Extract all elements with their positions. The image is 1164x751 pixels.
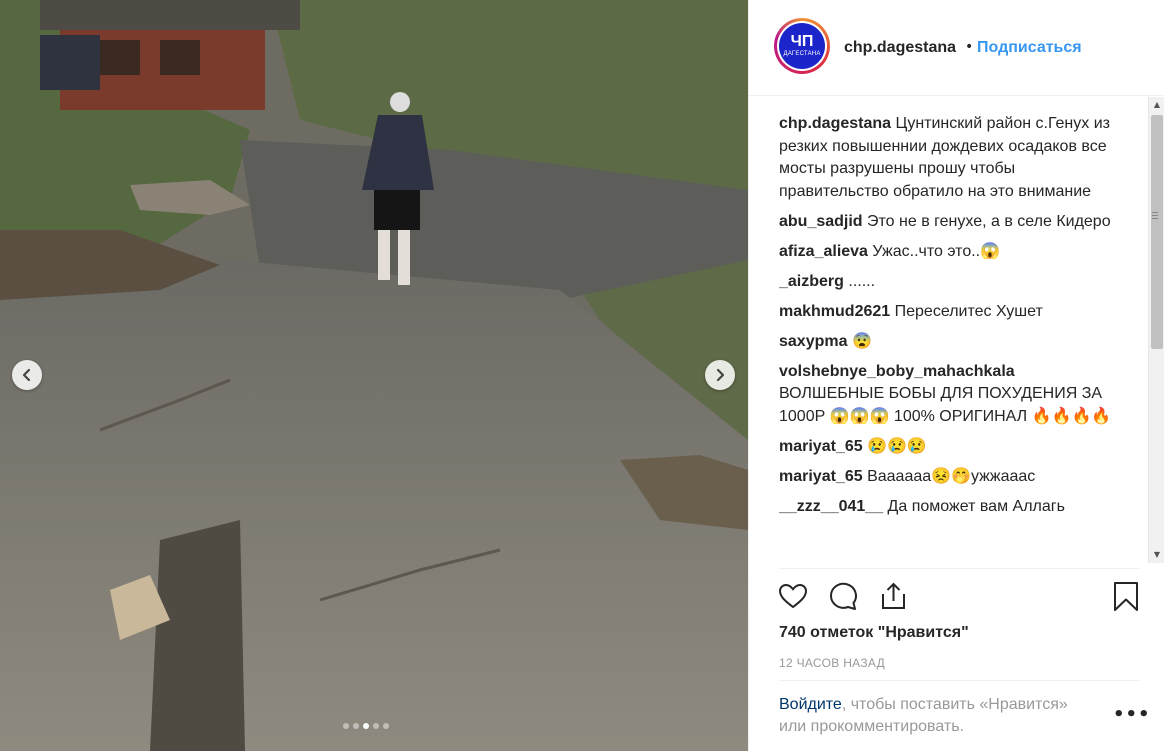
carousel-dot (343, 723, 349, 729)
comments-list[interactable]: chp.dagestana Цунтинский район с.Генух и… (779, 113, 1119, 563)
comment-username[interactable]: mariyat_65 (779, 468, 863, 485)
comment-item: mariyat_65 😢😢😢 (779, 436, 1119, 459)
post-sidebar: ЧП ДАГЕСТАНА chp.dagestana • Подписаться… (748, 0, 1164, 751)
post-header: ЧП ДАГЕСТАНА chp.dagestana • Подписаться (749, 0, 1164, 96)
scrollbar-thumb[interactable] (1151, 115, 1163, 349)
avatar[interactable]: ЧП ДАГЕСТАНА (774, 18, 830, 74)
chevron-right-icon (716, 368, 725, 382)
bookmark-icon (1114, 582, 1138, 611)
likes-count[interactable]: 740 отметок "Нравится" (779, 624, 969, 642)
comment-username[interactable]: abu_sadjid (779, 213, 863, 230)
avatar-logo-subtitle: ДАГЕСТАНА (783, 51, 821, 57)
login-link[interactable]: Войдите (779, 696, 842, 713)
login-prompt: Войдите, чтобы поставить «Нравится» или … (779, 694, 1099, 738)
comment-text: Переселитес Хушет (894, 302, 1043, 320)
comment-text: ВОЛШЕБНЫЕ БОБЫ ДЛЯ ПОХУДЕНИЯ ЗА 1000Р 😱😱… (779, 385, 1112, 425)
comment-username[interactable]: volshebnye_boby_mahachkala (779, 363, 1015, 380)
divider (779, 568, 1139, 569)
comment-item: afiza_alieva Ужас..что это..😱 (779, 241, 1119, 264)
carousel-dot (363, 723, 369, 729)
comment-item: mariyat_65 Ваааааа😣🤭ужжааас (779, 466, 1119, 489)
comment-username[interactable]: chp.dagestana (779, 115, 891, 132)
follow-button[interactable]: Подписаться (977, 39, 1082, 57)
carousel-indicator (343, 723, 389, 729)
previous-slide-button[interactable] (12, 360, 42, 390)
comment-text: Это не в генухе, а в селе Кидеро (867, 212, 1111, 230)
avatar-logo-title: ЧП (790, 33, 814, 50)
share-icon (882, 582, 905, 609)
comment-username[interactable]: mariyat_65 (779, 438, 863, 455)
avatar-logo: ЧП ДАГЕСТАНА (779, 23, 825, 69)
scroll-down-arrow-icon[interactable]: ▼ (1149, 547, 1164, 563)
comment-username[interactable]: _aizberg (779, 273, 844, 290)
comments-scrollbar[interactable]: ▲ ▼ (1148, 97, 1164, 563)
video-frame (0, 0, 748, 751)
heart-icon (778, 583, 808, 609)
comment-text: 😢😢😢 (867, 437, 927, 455)
comment-button[interactable] (827, 580, 859, 616)
comment-item: volshebnye_boby_mahachkala ВОЛШЕБНЫЕ БОБ… (779, 361, 1119, 429)
comment-username[interactable]: __zzz__041__ (779, 498, 883, 515)
save-button[interactable] (1111, 580, 1141, 616)
comment-text: 😨 (851, 332, 872, 350)
scroll-up-arrow-icon[interactable]: ▲ (1149, 97, 1164, 113)
comment-item: makhmud2621 Переселитес Хушет (779, 301, 1119, 324)
like-button[interactable] (777, 580, 809, 616)
scrollbar-grip (1152, 212, 1158, 221)
comment-item: abu_sadjid Это не в генухе, а в селе Кид… (779, 211, 1119, 234)
comment-item: chp.dagestana Цунтинский район с.Генух и… (779, 113, 1119, 203)
carousel-dot (383, 723, 389, 729)
post-timestamp[interactable]: 12 часов назад (779, 656, 885, 670)
comment-text: ...... (848, 272, 876, 290)
share-button[interactable] (877, 580, 909, 616)
carousel-dot (373, 723, 379, 729)
post-media[interactable] (0, 0, 748, 751)
chevron-left-icon (22, 368, 31, 382)
speech-bubble-icon (830, 582, 857, 610)
carousel-dot (353, 723, 359, 729)
header-separator: • (965, 39, 974, 55)
comment-text: Да поможет вам Аллагь (887, 497, 1065, 515)
comment-item: __zzz__041__ Да поможет вам Аллагь (779, 496, 1119, 519)
comment-item: _aizberg ...... (779, 271, 1119, 294)
comment-username[interactable]: afiza_alieva (779, 243, 868, 260)
author-username[interactable]: chp.dagestana (844, 39, 956, 57)
next-slide-button[interactable] (705, 360, 735, 390)
more-options-button[interactable]: ••• (1113, 704, 1151, 725)
comment-item: saxypma 😨 (779, 331, 1119, 354)
comment-text: Ваааааа😣🤭ужжааас (867, 467, 1036, 485)
comment-username[interactable]: makhmud2621 (779, 303, 890, 320)
divider (779, 680, 1139, 681)
comment-username[interactable]: saxypma (779, 333, 848, 350)
comment-text: Ужас..что это..😱 (872, 242, 1001, 260)
